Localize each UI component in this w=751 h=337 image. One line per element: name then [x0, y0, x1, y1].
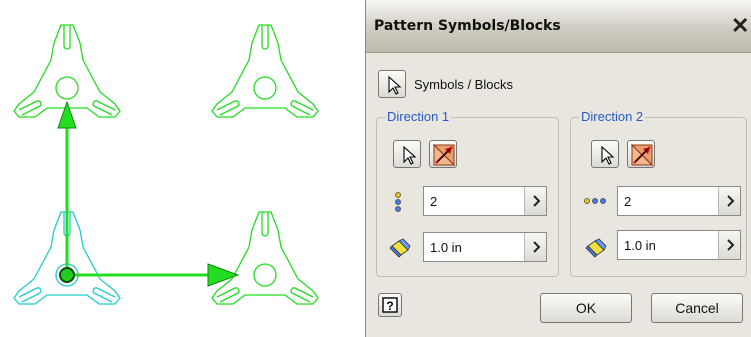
chevron-right-icon: [533, 241, 541, 253]
help-question-icon: ?: [382, 297, 398, 313]
cursor-arrow-icon: [403, 145, 417, 165]
dialog-title: Pattern Symbols/Blocks: [374, 18, 561, 34]
direction-2-title: Direction 2: [579, 109, 646, 124]
direction-1-count-arrow[interactable]: [524, 187, 546, 215]
direction-2-count-arrow[interactable]: [718, 187, 740, 215]
direction-2-arrow[interactable]: [67, 263, 240, 287]
direction-2-select-button[interactable]: [591, 140, 619, 168]
pattern-symbol-3[interactable]: [211, 211, 319, 305]
select-symbols-button[interactable]: [378, 70, 406, 98]
close-icon[interactable]: ✕: [731, 14, 751, 40]
pattern-symbol-2[interactable]: [211, 24, 319, 118]
flip-direction-icon: [630, 143, 654, 167]
direction-2-spacing-arrow[interactable]: [718, 231, 740, 259]
direction-1-spacing-arrow[interactable]: [524, 233, 546, 261]
chevron-right-icon: [727, 239, 735, 251]
direction-2-spacing-input[interactable]: [618, 231, 718, 259]
direction-1-count-input[interactable]: [424, 187, 524, 215]
cursor-arrow-icon: [388, 75, 402, 95]
direction-1-arrow[interactable]: [57, 100, 77, 275]
flip-direction-icon: [432, 143, 456, 167]
direction-2-group: Direction 2: [570, 109, 747, 277]
chevron-right-icon: [727, 195, 735, 207]
base-point-grip[interactable]: [59, 267, 75, 283]
pattern-dialog: Pattern Symbols/Blocks ✕ Symbols / Block…: [365, 0, 751, 337]
cursor-arrow-icon: [601, 145, 615, 165]
chevron-right-icon: [533, 195, 541, 207]
title-bar[interactable]: Pattern Symbols/Blocks ✕: [366, 0, 751, 53]
direction-1-count-field[interactable]: [423, 186, 547, 216]
horizontal-dots-icon: [584, 198, 606, 204]
cancel-button[interactable]: Cancel: [651, 293, 743, 323]
direction-2-count-field[interactable]: [617, 186, 741, 216]
svg-text:?: ?: [386, 299, 393, 313]
direction-2-flip-button[interactable]: [627, 140, 655, 168]
help-button[interactable]: ?: [378, 293, 402, 317]
direction-1-flip-button[interactable]: [429, 140, 457, 168]
direction-2-spacing-field[interactable]: [617, 230, 741, 260]
drawing-canvas[interactable]: [0, 0, 365, 337]
direction-1-select-button[interactable]: [393, 140, 421, 168]
direction-2-count-input[interactable]: [618, 187, 718, 215]
direction-1-spacing-input[interactable]: [424, 233, 524, 261]
direction-1-spacing-field[interactable]: [423, 232, 547, 262]
spacing-eraser-icon: [389, 238, 411, 258]
direction-1-group: Direction 1: [376, 109, 559, 277]
spacing-eraser-icon: [585, 238, 607, 258]
vertical-dots-icon: [395, 192, 401, 212]
ok-button[interactable]: OK: [540, 293, 632, 323]
direction-1-title: Direction 1: [385, 109, 452, 124]
symbols-blocks-label: Symbols / Blocks: [414, 77, 513, 92]
